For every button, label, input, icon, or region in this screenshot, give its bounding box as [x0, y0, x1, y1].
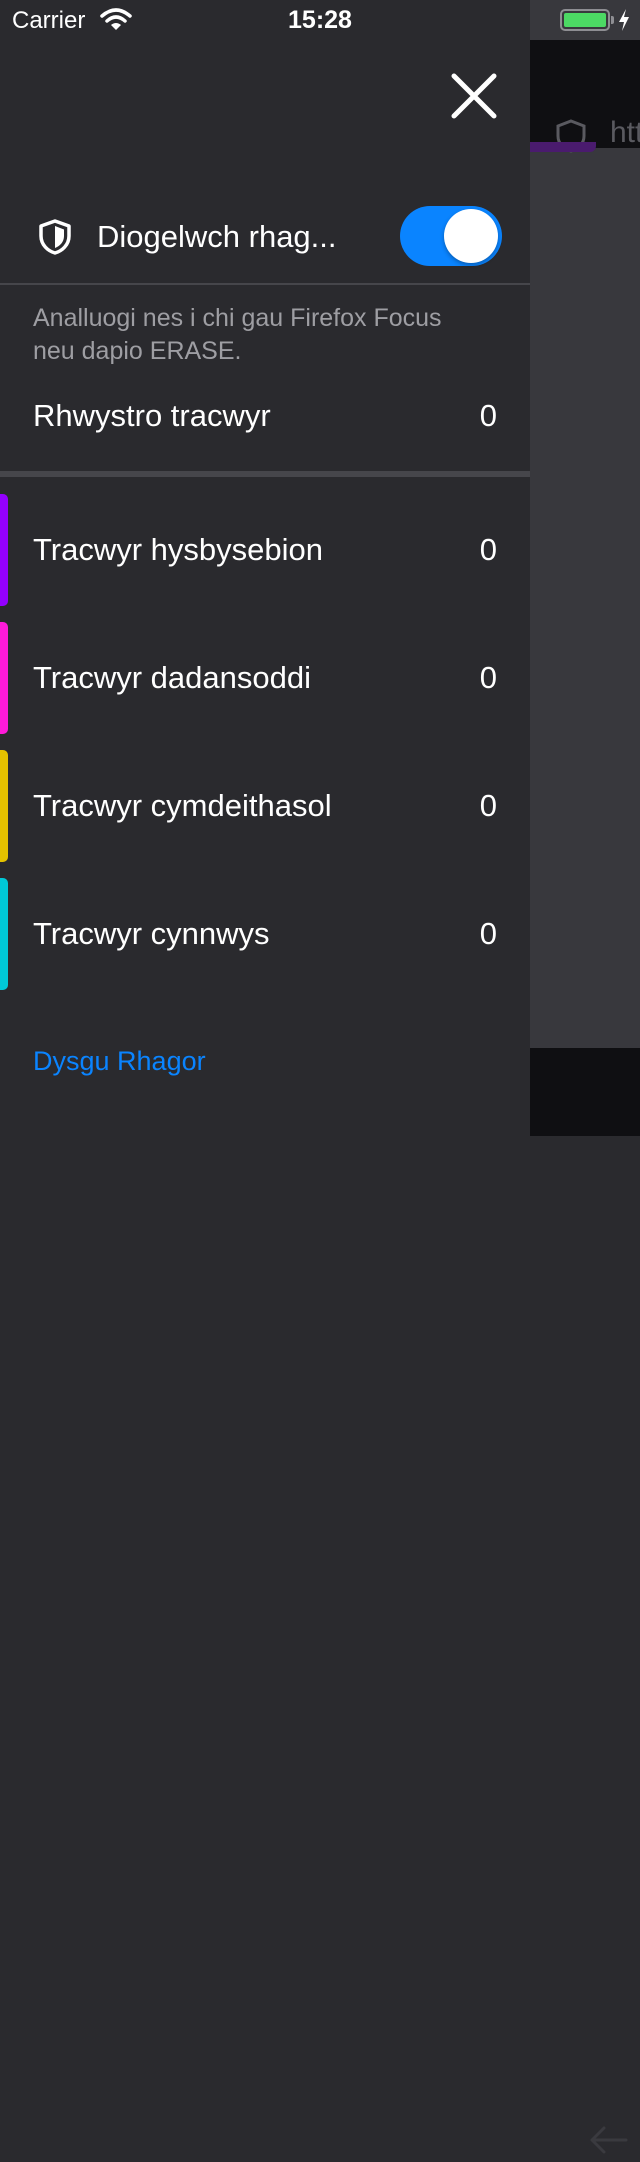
trackers-blocked-label: Rhwystro tracwyr	[33, 398, 271, 433]
tracker-count: 0	[479, 788, 497, 823]
tracker-color-bar	[0, 494, 8, 606]
page-progress-bar	[530, 142, 596, 152]
trackers-blocked-row: Rhwystro tracwyr 0	[0, 392, 530, 444]
battery-icon	[560, 9, 610, 31]
battery-cap	[611, 16, 614, 24]
tracker-label: Tracwyr cymdeithasol	[33, 788, 332, 823]
trackers-blocked-count: 0	[479, 398, 497, 433]
tracker-count: 0	[479, 532, 497, 567]
clock: 15:28	[288, 6, 352, 34]
tracker-row-content: Tracwyr cynnwys 0	[0, 878, 530, 990]
tracking-protection-drawer: Diogelwch rhag... Analluogi nes i chi ga…	[0, 0, 530, 1136]
learn-more-link[interactable]: Dysgu Rhagor	[33, 1046, 206, 1077]
tracker-row-analytics: Tracwyr dadansoddi 0	[0, 622, 530, 734]
tracker-color-bar	[0, 750, 8, 862]
tracking-protection-toggle[interactable]	[400, 206, 502, 266]
tracker-count: 0	[479, 916, 497, 951]
tracker-label: Tracwyr hysbysebion	[33, 532, 324, 567]
close-icon[interactable]	[446, 68, 502, 124]
url-text: htt	[610, 116, 640, 149]
tracker-row-ad: Tracwyr hysbysebion 0	[0, 494, 530, 606]
tracker-label: Tracwyr cynnwys	[33, 916, 270, 951]
tracking-protection-label: Diogelwch rhag...	[97, 219, 337, 254]
back-arrow-icon[interactable]	[586, 2118, 630, 2162]
section-divider	[0, 471, 530, 477]
status-bar: Carrier 15:28	[0, 0, 640, 40]
tracker-row-social: Tracwyr cymdeithasol 0	[0, 750, 530, 862]
charging-bolt-icon	[619, 9, 629, 31]
divider	[0, 283, 530, 285]
tracker-label: Tracwyr dadansoddi	[33, 660, 311, 695]
tracker-color-bar	[0, 878, 8, 990]
tracking-protection-row: Diogelwch rhag...	[0, 186, 530, 284]
protection-description: Analluogi nes i chi gau Firefox Focus ne…	[33, 304, 442, 365]
shield-icon	[39, 219, 71, 255]
toggle-knob	[444, 209, 498, 263]
tracker-color-bar	[0, 622, 8, 734]
tracker-count: 0	[479, 660, 497, 695]
